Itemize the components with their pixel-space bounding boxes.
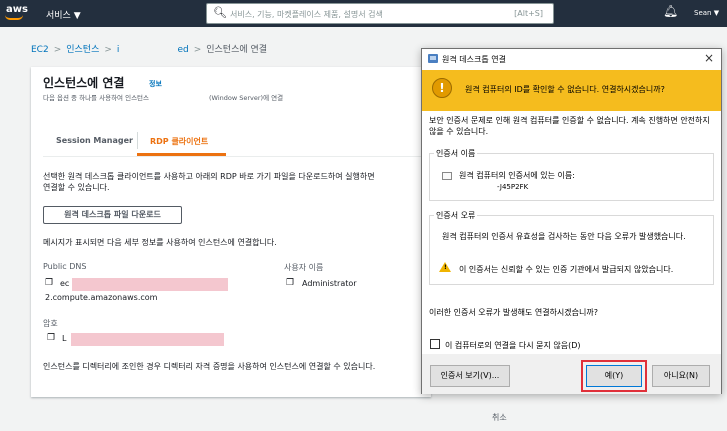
public-dns-label: Public DNS (43, 262, 87, 271)
download-rdp-file-button[interactable]: 원격 데스크톱 파일 다운로드 (43, 206, 182, 224)
page-subtitle: 다음 옵션 중 하나를 사용하여 인스턴스 (Window Server)에 연결 (43, 92, 283, 102)
warning-banner-text: 원격 컴퓨터의 ID를 확인할 수 없습니다. 연결하시겠습니까? (465, 85, 665, 94)
active-tab-indicator (137, 153, 226, 156)
subtitle-part-a: 다음 옵션 중 하나를 사용하여 인스턴스 (43, 94, 150, 102)
cert-error-item: 이 인증서는 신뢰할 수 있는 인증 기관에서 발급되지 않았습니다. (459, 265, 674, 274)
info-link[interactable]: 정보 (149, 79, 162, 89)
cancel-link[interactable]: 취소 (492, 412, 507, 423)
cert-name-value: -J45P2FK (497, 183, 529, 191)
tab-rdp-client[interactable]: RDP 클라이언트 (150, 136, 208, 147)
username-value: Administrator (302, 279, 357, 288)
breadcrumb-instance-id[interactable]: i (117, 45, 120, 55)
search-placeholder: 서비스, 기능, 마켓플레이스 제품, 설명서 검색 (230, 10, 383, 19)
breadcrumb: EC2 > 인스턴스 > i ed > 인스턴스에 연결 (31, 42, 267, 55)
breadcrumb-instance-id-tail[interactable]: ed (177, 45, 188, 55)
warning-shield-icon: ! (432, 78, 452, 98)
notification-bell-icon[interactable]: 🔔︎ (663, 4, 678, 18)
confirm-question: 이러한 인증서 오류가 발생해도 연결하시겠습니까? (429, 308, 598, 317)
warning-mark: ! (444, 264, 447, 271)
connection-tabs: Session Manager RDP 클라이언트 (43, 124, 431, 157)
directory-note: 인스턴스를 디렉터리에 조인한 경우 디렉터리 자격 증명을 사용하여 인스턴스… (43, 362, 376, 371)
password-prefix: L (62, 334, 67, 343)
dont-ask-label[interactable]: 이 컴퓨터로의 연결을 다시 묻지 않음(D) (445, 340, 581, 351)
warning-banner: ! 원격 컴퓨터의 ID를 확인할 수 없습니다. 연결하시겠습니까? (422, 70, 721, 111)
chevron-right-icon: > (104, 45, 112, 55)
no-button[interactable]: 아니요(N) (652, 365, 710, 387)
rdp-description: 선택한 원격 데스크톱 클라이언트를 사용하고 아래의 RDP 바로 가기 파일… (43, 171, 428, 193)
services-menu[interactable]: 서비스 ▼ (46, 8, 81, 21)
top-navigation-bar: aws 서비스 ▼ 🔍︎ 서비스, 기능, 마켓플레이스 제품, 설명서 검색 … (0, 0, 727, 27)
chevron-right-icon: > (193, 45, 202, 55)
search-icon: 🔍︎ (213, 6, 227, 19)
dont-ask-checkbox[interactable] (430, 339, 440, 349)
aws-logo-smile-icon (5, 15, 23, 20)
user-menu[interactable]: Sean ▼ (694, 9, 719, 17)
remote-desktop-dialog: 원격 데스크톱 연결 × ! 원격 컴퓨터의 ID를 확인할 수 없습니다. 연… (421, 48, 722, 394)
remote-desktop-icon (428, 54, 438, 63)
rdp-description-line2: 연결할 수 있습니다. (43, 183, 110, 192)
connect-instructions: 메시지가 표시되면 다음 세부 정보를 사용하여 인스턴스에 연결합니다. (43, 238, 277, 247)
subtitle-part-b: (Window Server)에 연결 (209, 94, 284, 102)
dialog-titlebar[interactable]: 원격 데스크톱 연결 × (422, 49, 721, 69)
close-icon[interactable]: × (704, 51, 714, 65)
tab-divider (137, 132, 138, 149)
cert-name-label: 원격 컴퓨터의 인증서에 있는 이름: (459, 171, 575, 180)
chevron-right-icon: > (53, 45, 62, 55)
certificate-icon (442, 172, 452, 180)
username-label: 사용자 이름 (284, 263, 324, 272)
cert-error-description: 원격 컴퓨터의 인증서 유효성을 검사하는 동안 다음 오류가 발생했습니다. (442, 232, 686, 241)
security-intro: 보안 인증서 문제로 인해 원격 컴퓨터를 인증할 수 없습니다. 계속 진행하… (429, 116, 710, 136)
public-dns-prefix: ec (60, 279, 70, 288)
search-input[interactable]: 🔍︎ 서비스, 기능, 마켓플레이스 제품, 설명서 검색 [Alt+S] (206, 3, 554, 24)
public-dns-suffix: 2.compute.amazonaws.com (45, 293, 158, 302)
view-certificate-button[interactable]: 인증서 보기(V)... (430, 365, 510, 387)
dialog-title: 원격 데스크톱 연결 (442, 55, 506, 64)
breadcrumb-current: 인스턴스에 연결 (206, 45, 268, 55)
tab-session-manager[interactable]: Session Manager (56, 136, 133, 145)
cert-error-legend: 인증서 오류 (434, 210, 478, 221)
search-shortcut: [Alt+S] (514, 9, 543, 18)
password-redaction (71, 333, 224, 346)
copy-username-icon[interactable]: ❐ (286, 278, 294, 288)
cert-name-legend: 인증서 이름 (434, 148, 478, 159)
copy-dns-icon[interactable]: ❐ (45, 278, 53, 288)
rdp-description-line1: 선택한 원격 데스크톱 클라이언트를 사용하고 아래의 RDP 바로 가기 파일… (43, 172, 375, 181)
breadcrumb-instances[interactable]: 인스턴스 (66, 45, 99, 55)
page-title: 인스턴스에 연결 (43, 76, 125, 90)
copy-password-icon[interactable]: ❐ (47, 333, 55, 343)
yes-button-highlight (581, 360, 647, 392)
aws-logo[interactable]: aws (6, 4, 28, 15)
password-label: 암호 (43, 319, 58, 328)
public-dns-redaction (72, 278, 228, 291)
breadcrumb-ec2[interactable]: EC2 (31, 45, 49, 55)
connect-instance-card: 인스턴스에 연결 정보 다음 옵션 중 하나를 사용하여 인스턴스 (Window… (31, 67, 431, 397)
